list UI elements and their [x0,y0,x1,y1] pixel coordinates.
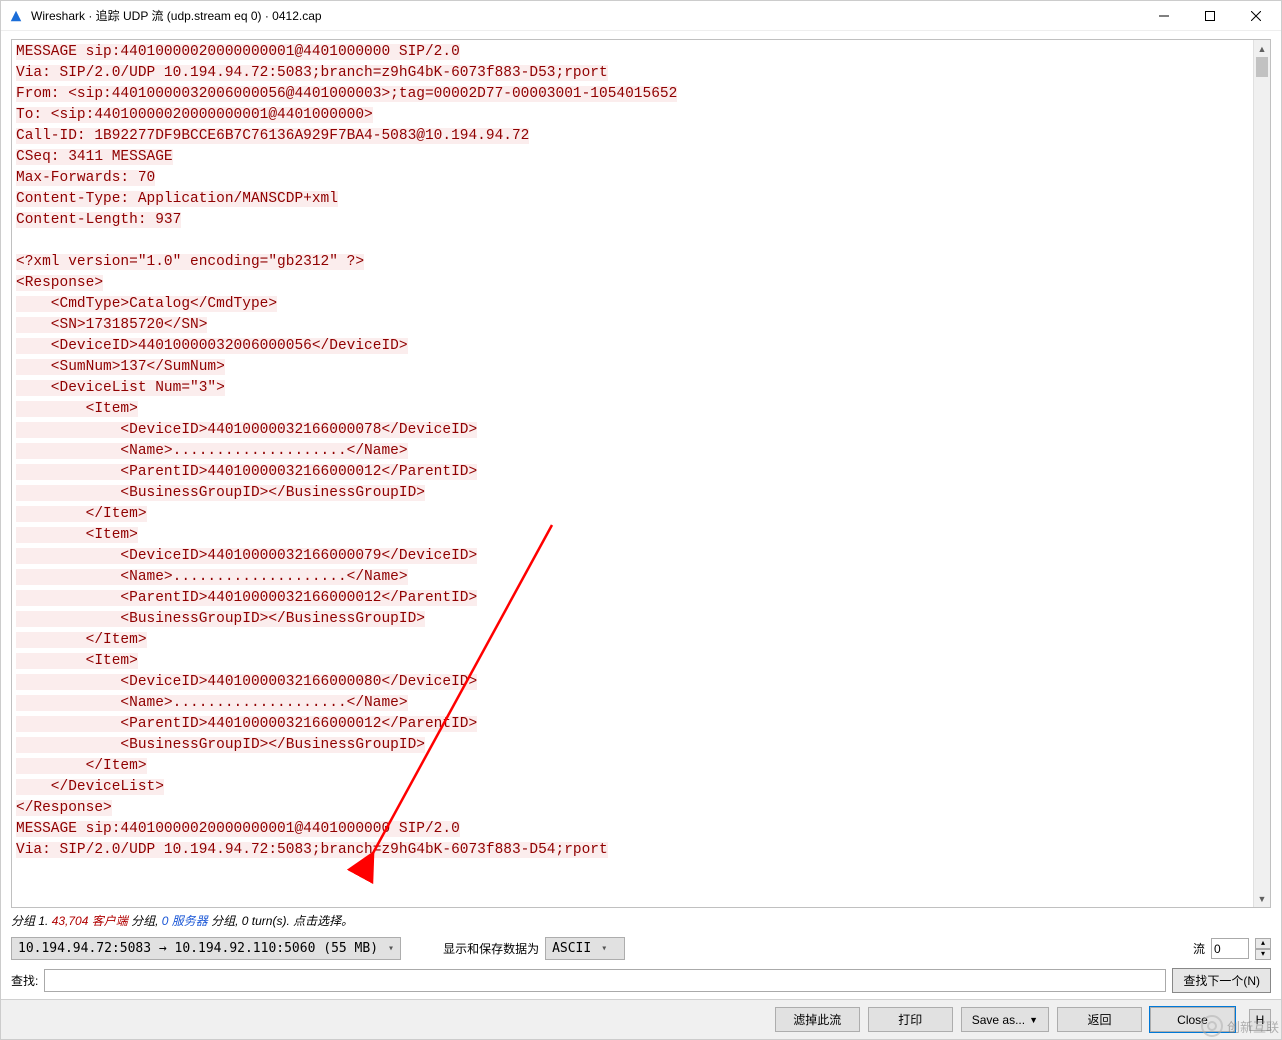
format-combo-value: ASCII [552,941,591,956]
chevron-down-icon: ▾ [388,943,394,954]
find-next-button[interactable]: 查找下一个(N) [1172,968,1271,993]
close-button[interactable]: Close [1150,1007,1235,1032]
scroll-up-icon[interactable]: ▲ [1254,40,1270,57]
maximize-button[interactable] [1187,1,1233,31]
stream-spin-up[interactable]: ▴ [1255,938,1271,949]
show-save-label: 显示和保存数据为 [443,940,539,957]
status-line: 分组 1. 43,704 客户端 分组, 0 服务器 分组, 0 turn(s)… [11,912,1271,931]
find-label: 查找: [11,972,38,989]
minimize-button[interactable] [1141,1,1187,31]
help-button[interactable]: H [1249,1009,1271,1031]
format-combo[interactable]: ASCII ▾ [545,937,625,960]
endpoint-combo-value: 10.194.94.72:5083 → 10.194.92.110:5060 (… [18,941,378,956]
stream-label: 流 [1193,940,1205,957]
close-window-button[interactable] [1233,1,1279,31]
app-logo-icon [9,9,23,23]
chevron-down-icon: ▾ [601,943,607,954]
find-input[interactable] [44,969,1166,992]
filter-out-stream-button[interactable]: 滤掉此流 [775,1007,860,1032]
window-title: Wireshark · 追踪 UDP 流 (udp.stream eq 0) ·… [31,7,322,24]
stream-text[interactable]: MESSAGE sip:44010000020000000001@4401000… [12,40,1253,907]
print-button[interactable]: 打印 [868,1007,953,1032]
scrollbar-thumb[interactable] [1256,57,1268,77]
chevron-down-icon: ▼ [1029,1015,1038,1025]
stream-content-box: MESSAGE sip:44010000020000000001@4401000… [11,39,1271,908]
back-button[interactable]: 返回 [1057,1007,1142,1032]
save-as-button[interactable]: Save as...▼ [961,1007,1049,1032]
vertical-scrollbar[interactable]: ▲ ▼ [1253,40,1270,907]
stream-number-input[interactable] [1211,938,1249,959]
stream-spin-down[interactable]: ▾ [1255,949,1271,960]
window-titlebar: Wireshark · 追踪 UDP 流 (udp.stream eq 0) ·… [1,1,1281,31]
endpoint-combo[interactable]: 10.194.94.72:5083 → 10.194.92.110:5060 (… [11,937,401,960]
scroll-down-icon[interactable]: ▼ [1254,890,1270,907]
dialog-button-bar: 滤掉此流 打印 Save as...▼ 返回 Close H 创新互联 [1,999,1281,1039]
